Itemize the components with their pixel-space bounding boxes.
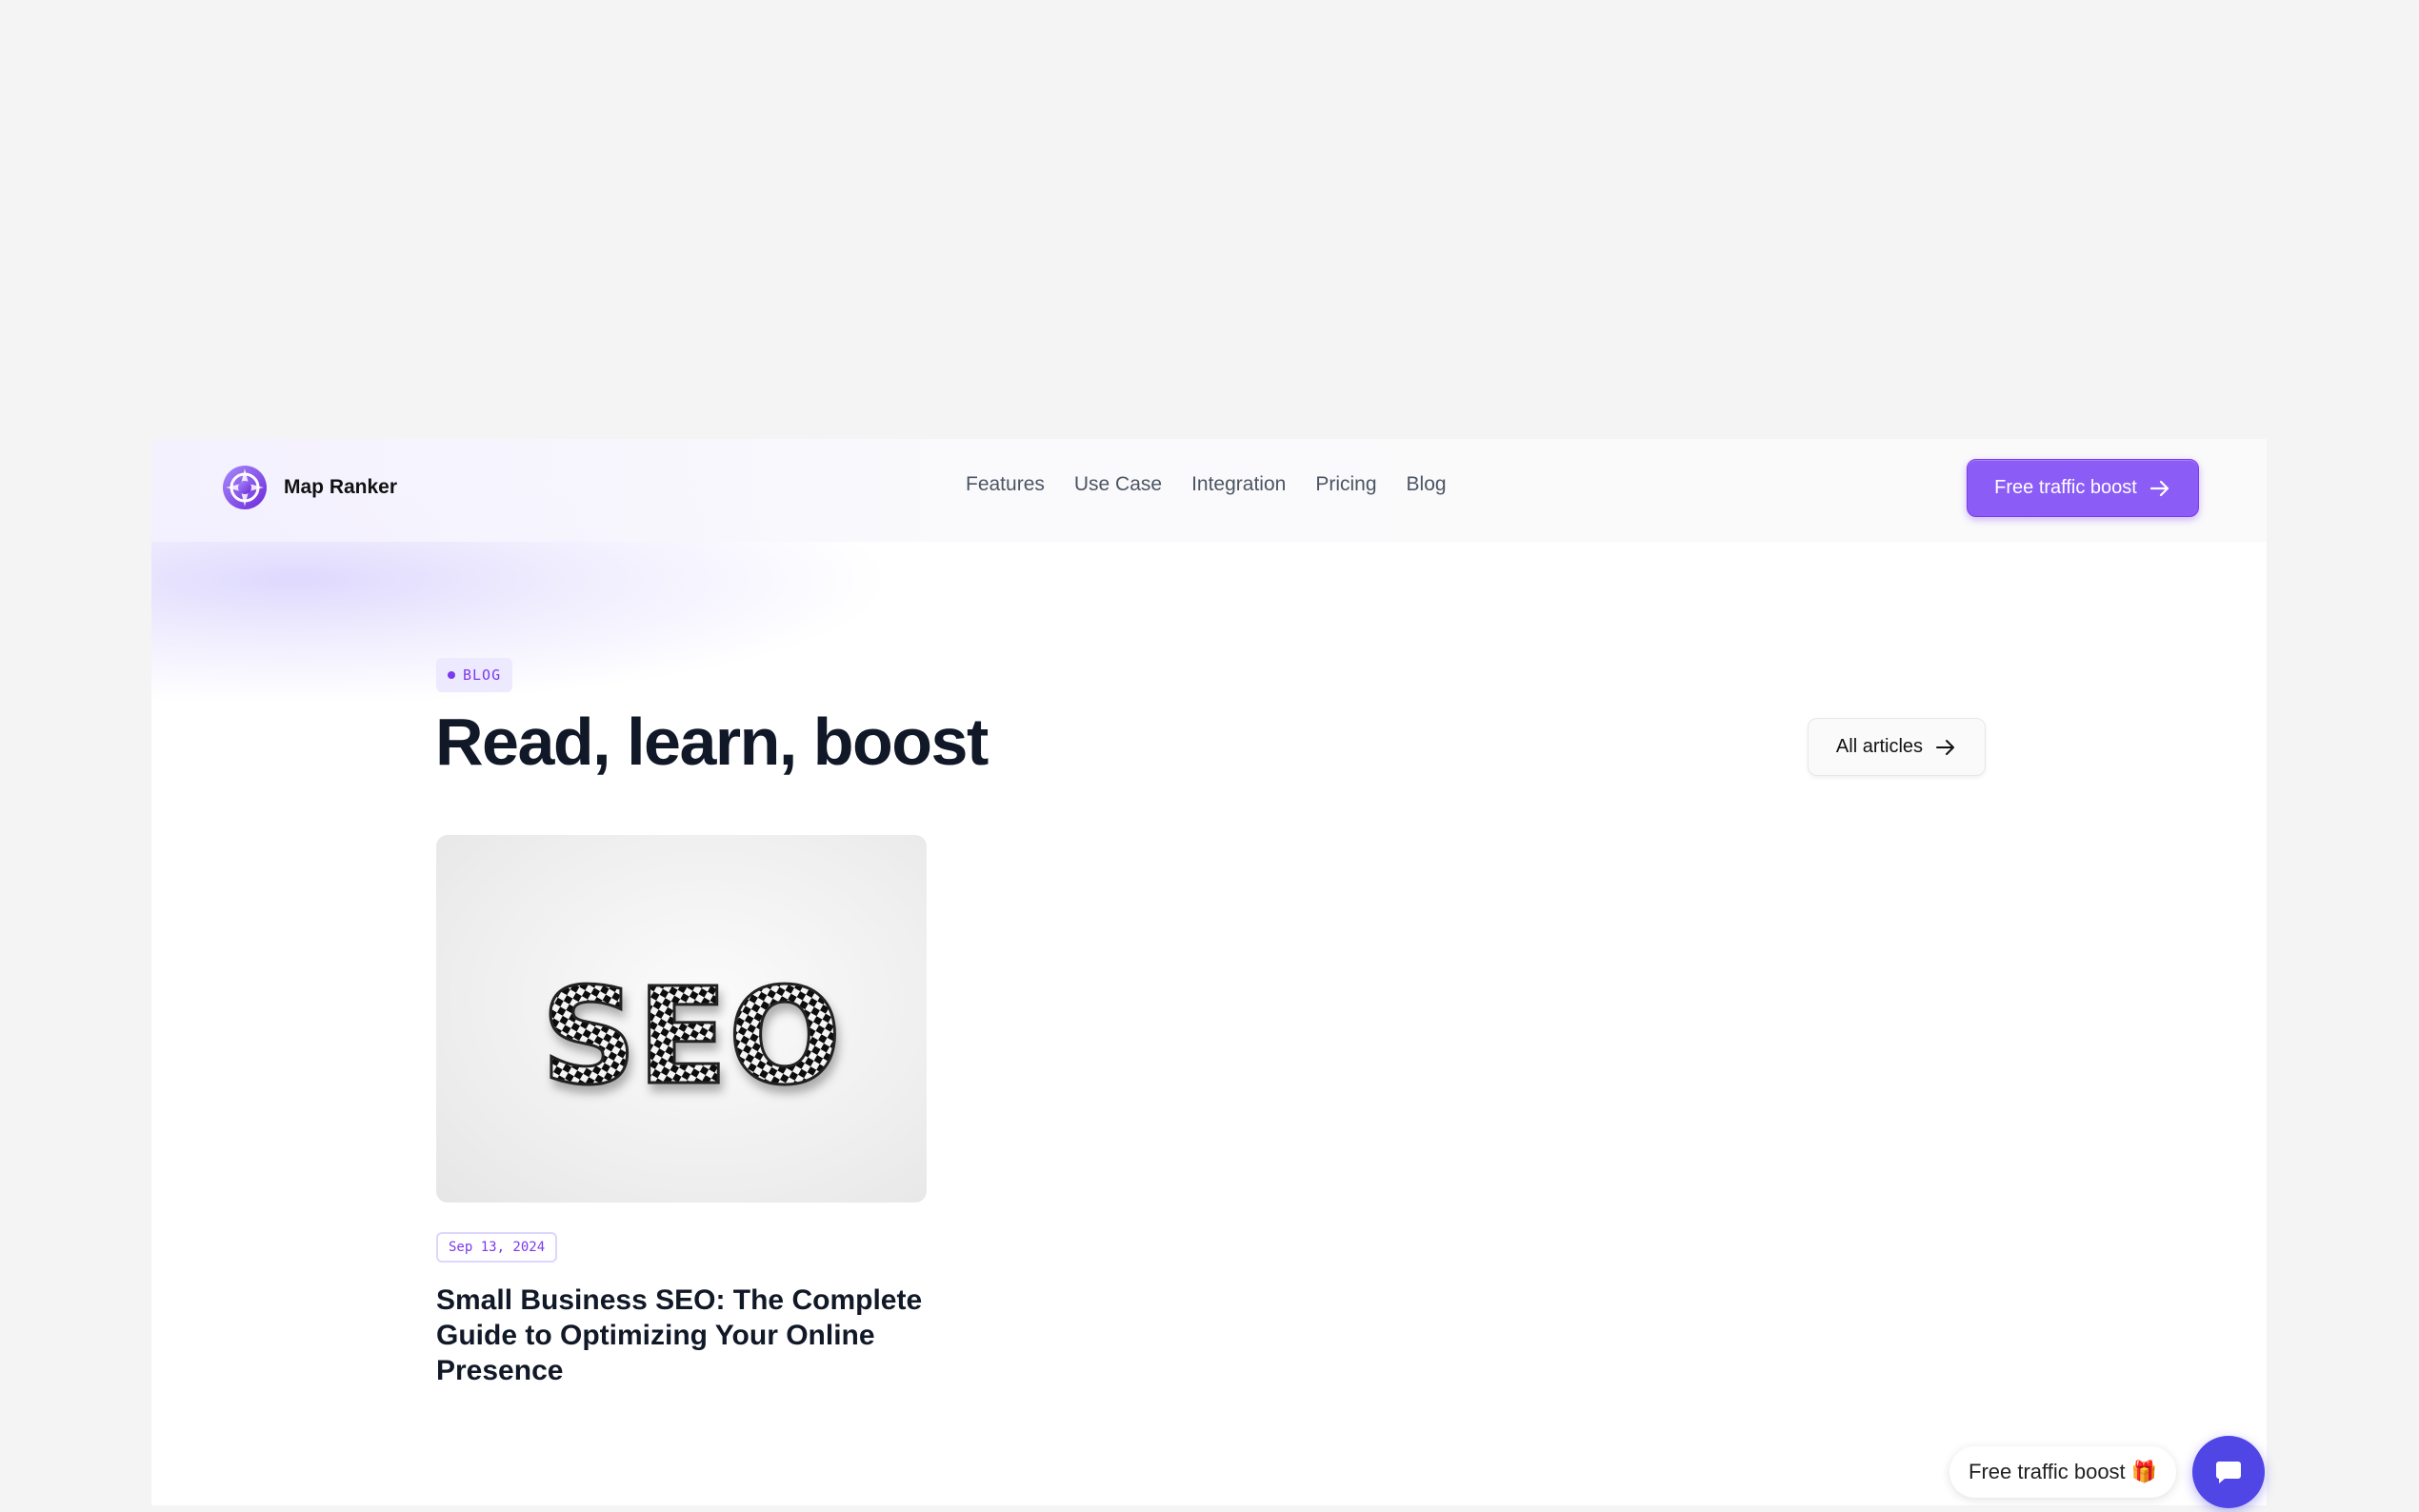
map-ranker-logo-icon — [223, 466, 267, 509]
top-navbar: Map Ranker Features Use Case Integration… — [151, 439, 2267, 542]
nav-link-use-case[interactable]: Use Case — [1074, 473, 1162, 496]
post-thumbnail[interactable]: SEO — [436, 835, 927, 1203]
all-articles-button[interactable]: All articles — [1808, 718, 1986, 776]
free-traffic-boost-button[interactable]: Free traffic boost — [1967, 459, 2199, 517]
post-title[interactable]: Small Business SEO: The Complete Guide t… — [436, 1283, 950, 1388]
post-date: Sep 13, 2024 — [436, 1232, 558, 1263]
cta-label: Free traffic boost — [1994, 477, 2137, 498]
page-title: Read, learn, boost — [435, 705, 989, 779]
nav-link-blog[interactable]: Blog — [1407, 473, 1447, 496]
nav-link-integration[interactable]: Integration — [1191, 473, 1286, 496]
brand[interactable]: Map Ranker — [222, 465, 397, 510]
chat-launcher-button[interactable] — [2192, 1436, 2265, 1508]
seo-letters-image: SEO — [540, 959, 843, 1117]
nav-link-pricing[interactable]: Pricing — [1315, 473, 1376, 496]
nav-links: Features Use Case Integration Pricing Bl… — [966, 473, 1476, 496]
brand-name: Map Ranker — [284, 476, 398, 498]
page-container: Map Ranker Features Use Case Integration… — [151, 439, 2267, 1505]
section-badge: BLOG — [436, 658, 513, 692]
chat-bubble-icon — [2216, 1462, 2241, 1483]
badge-label: BLOG — [463, 666, 502, 684]
free-traffic-boost-pill[interactable]: Free traffic boost 🎁 — [1949, 1446, 2177, 1498]
seo-letters-text: SEO — [541, 960, 841, 1115]
nav-link-features[interactable]: Features — [966, 473, 1045, 496]
arrow-right-icon — [1936, 739, 1955, 755]
arrow-right-icon — [2149, 480, 2169, 496]
all-articles-label: All articles — [1835, 736, 1924, 757]
badge-dot-icon — [448, 671, 455, 679]
